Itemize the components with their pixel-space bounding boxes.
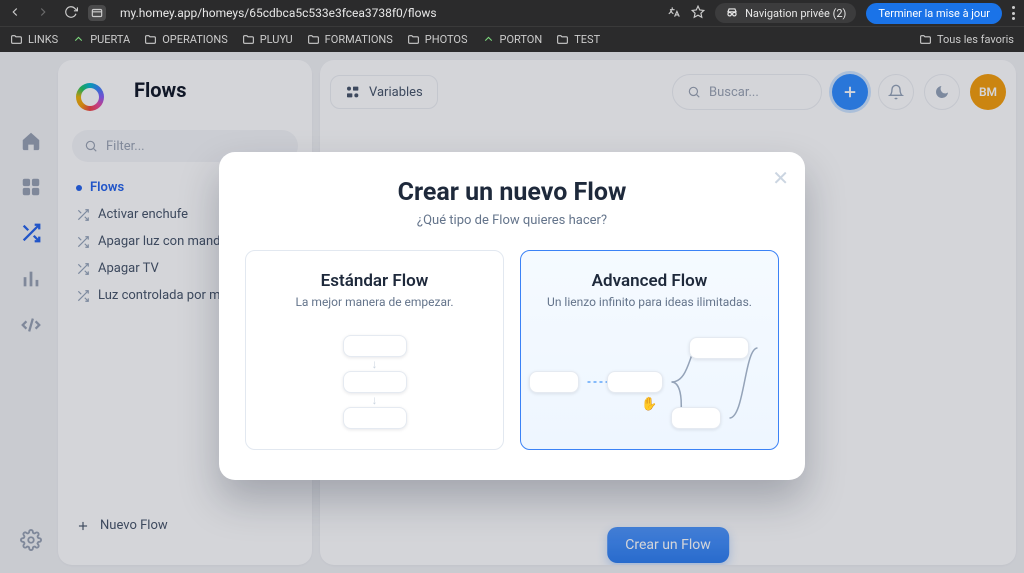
bookmarks-bar: LINKS PUERTA OPERATIONS PLUYU FORMATIONS… [0, 26, 1024, 52]
cursor-icon: ✋ [641, 397, 657, 412]
bookmark-pluyu[interactable]: PLUYU [242, 33, 293, 46]
browser-toolbar: my.homey.app/homeys/65cdbca5c533e3fcea37… [0, 0, 1024, 26]
modal-title: Crear un nuevo Flow [245, 178, 779, 207]
translate-icon[interactable] [667, 5, 681, 22]
app-root: Flows Filter... Flows Activar enchufe Ap… [0, 52, 1024, 573]
all-bookmarks[interactable]: Tous les favoris [919, 33, 1014, 46]
standard-flow-card[interactable]: Estándar Flow La mejor manera de empezar… [245, 250, 504, 450]
site-info-icon[interactable] [88, 5, 106, 21]
url-text: my.homey.app/homeys/65cdbca5c533e3fcea37… [120, 6, 437, 20]
reload-icon[interactable] [64, 5, 78, 22]
browser-menu-icon[interactable] [1012, 6, 1016, 20]
advanced-flow-illustration: ✋ [521, 335, 778, 435]
create-flow-modal: ✕ Crear un nuevo Flow ¿Qué tipo de Flow … [219, 152, 805, 480]
forward-icon[interactable] [36, 5, 50, 22]
bookmark-star-icon[interactable] [691, 5, 705, 22]
bookmark-photos[interactable]: PHOTOS [407, 33, 468, 46]
modal-subtitle: ¿Qué tipo de Flow quieres hacer? [245, 213, 779, 228]
advanced-flow-card[interactable]: Advanced Flow Un lienzo infinito para id… [520, 250, 779, 450]
address-bar[interactable]: my.homey.app/homeys/65cdbca5c533e3fcea37… [120, 6, 437, 20]
incognito-badge[interactable]: Navigation privée (2) [715, 3, 856, 23]
bookmark-puerta[interactable]: PUERTA [72, 33, 130, 46]
standard-flow-desc: La mejor manera de empezar. [262, 295, 487, 309]
close-icon[interactable]: ✕ [772, 166, 789, 190]
modal-backdrop[interactable]: ✕ Crear un nuevo Flow ¿Qué tipo de Flow … [0, 52, 1024, 573]
advanced-flow-desc: Un lienzo infinito para ideas ilimitadas… [537, 295, 762, 309]
standard-flow-illustration: ↓ ↓ [246, 335, 503, 435]
update-button[interactable]: Terminer la mise à jour [866, 3, 1002, 24]
bookmark-test[interactable]: TEST [556, 33, 600, 46]
advanced-flow-title: Advanced Flow [537, 271, 762, 291]
bookmark-porton[interactable]: PORTON [482, 33, 543, 46]
incognito-label: Navigation privée (2) [745, 7, 846, 20]
bookmark-operations[interactable]: OPERATIONS [144, 33, 228, 46]
bookmark-links[interactable]: LINKS [10, 33, 58, 46]
standard-flow-title: Estándar Flow [262, 271, 487, 291]
back-icon[interactable] [8, 5, 22, 22]
bookmark-formations[interactable]: FORMATIONS [307, 33, 393, 46]
